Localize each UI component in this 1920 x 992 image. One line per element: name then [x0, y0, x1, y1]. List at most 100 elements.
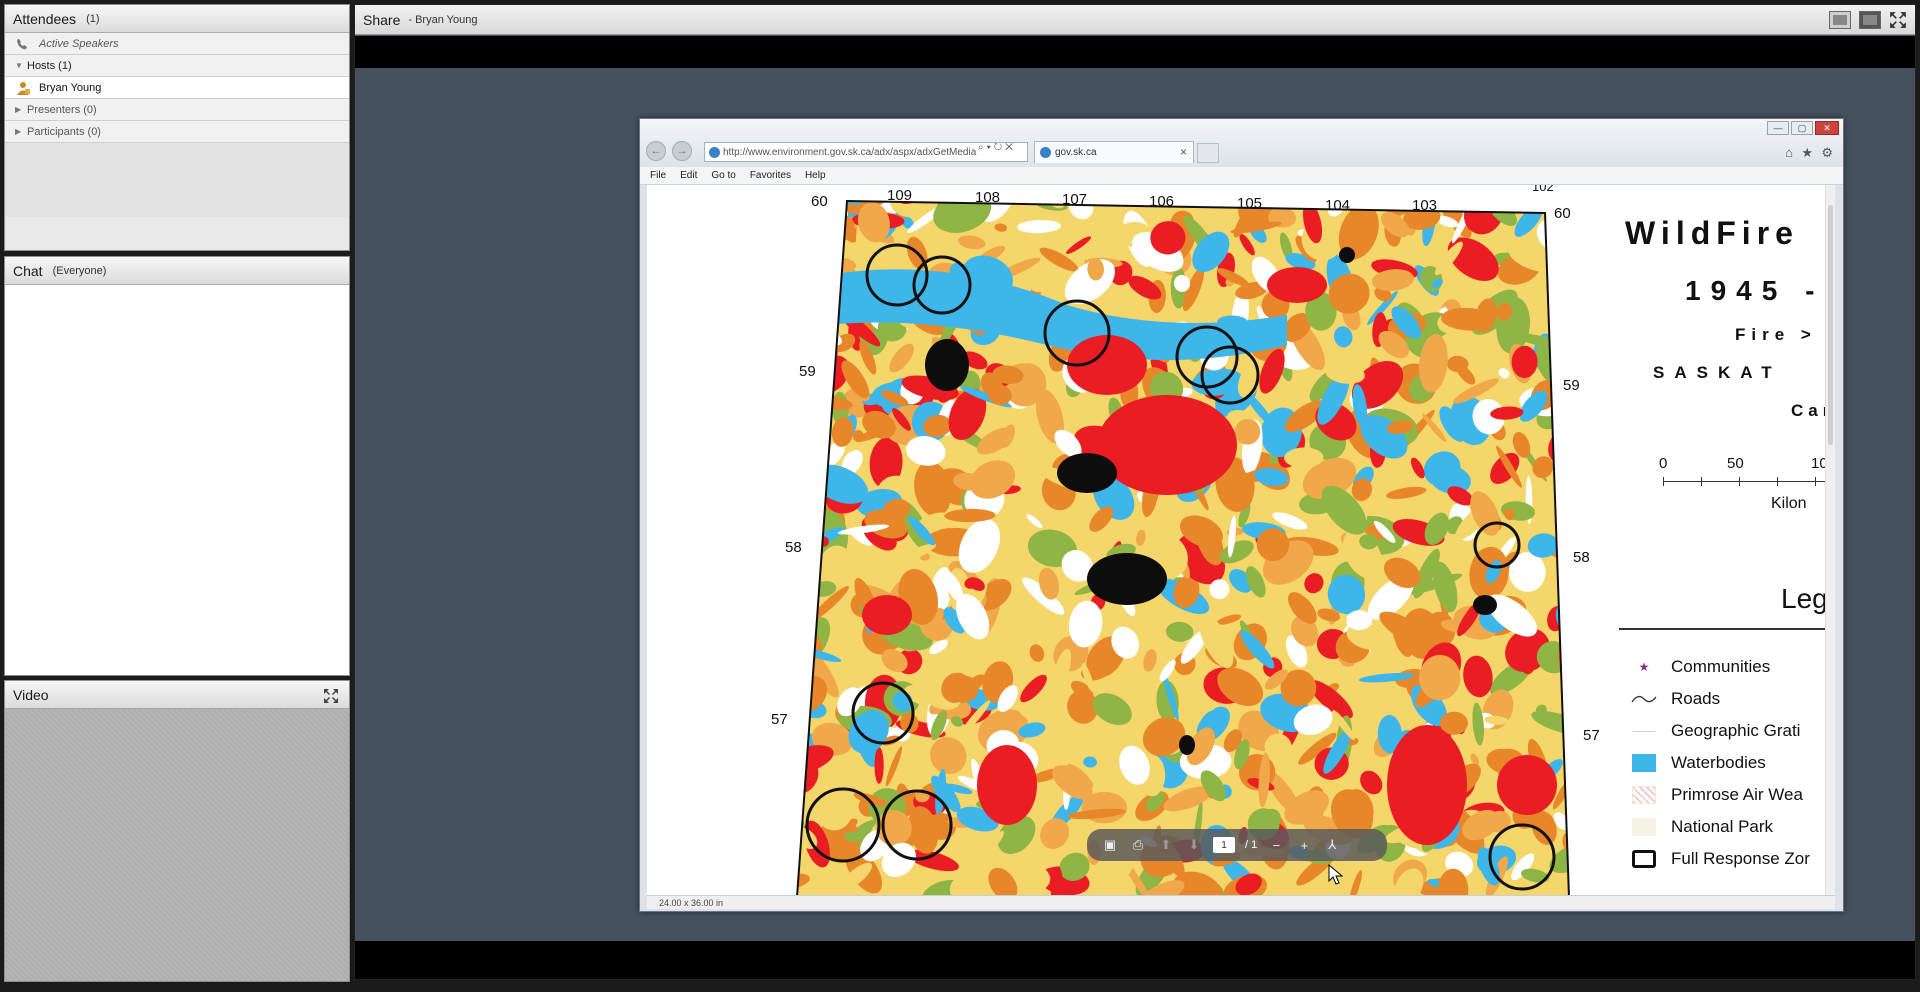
attendee-name: Bryan Young [39, 81, 102, 94]
close-tab-icon[interactable]: × [1180, 145, 1187, 159]
share-panel: Share - Bryan Young — ▢ ✕ ← → http://www… [354, 4, 1916, 980]
pdf-viewport[interactable]: 109 108 107 106 105 104 103 102 60 59 58… [647, 185, 1835, 897]
print-icon[interactable]: ⎙ [1129, 836, 1147, 854]
longitude-label: 105 [1237, 195, 1263, 212]
adobe-reader-icon[interactable]: ⅄ [1323, 836, 1341, 854]
legend-heading: Leg [1781, 583, 1828, 614]
browser-titlebar: — ▢ ✕ ← → http://www.environment.gov.sk.… [640, 119, 1843, 167]
video-area [5, 709, 349, 981]
fullscreen-icon[interactable] [1889, 11, 1907, 29]
scale-units: Kilon [1771, 495, 1807, 512]
browser-tab[interactable]: gov.sk.ca × [1034, 141, 1194, 163]
maximize-button[interactable]: ▢ [1791, 121, 1813, 135]
menu-goto[interactable]: Go to [711, 170, 735, 181]
air-weapons-range-swatch [1631, 786, 1657, 804]
page-number-input[interactable]: 1 [1213, 837, 1235, 853]
zoom-in-icon[interactable]: + [1295, 836, 1313, 854]
longitude-label: 103 [1412, 197, 1438, 214]
chat-scope[interactable]: (Everyone) [53, 265, 107, 277]
latitude-label: 60 [1554, 205, 1571, 222]
forward-button[interactable]: → [672, 141, 692, 161]
legend-item: Primrose Air Wea [1631, 785, 1803, 805]
chevron-right-icon[interactable]: ▶ [15, 127, 27, 136]
longitude-label: 106 [1149, 193, 1175, 210]
address-controls[interactable]: ⌕▾↻✕ [978, 142, 1016, 153]
legend-item: National Park [1631, 817, 1773, 837]
latitude-label: 57 [1583, 727, 1600, 744]
latitude-label: 57 [771, 711, 788, 728]
latitude-label: 58 [785, 539, 802, 556]
mouse-cursor-icon [1328, 864, 1344, 885]
scale-tick [1815, 477, 1816, 486]
pdf-status-bar: 24.00 x 36.00 in [647, 895, 1835, 909]
attendees-title: Attendees [13, 10, 77, 27]
active-speakers-row: Active Speakers [5, 33, 349, 55]
presenters-group[interactable]: ▶ Presenters (0) [5, 99, 349, 121]
attendees-panel: Attendees (1) Active Speakers ▼ Hosts (1… [4, 4, 350, 251]
phone-icon [17, 38, 27, 49]
longitude-label: 109 [887, 187, 913, 204]
menu-favorites[interactable]: Favorites [750, 170, 791, 181]
page-down-icon[interactable]: ⬇ [1185, 836, 1203, 854]
layout-small-icon[interactable] [1829, 10, 1851, 29]
participants-label: Participants (0) [27, 125, 101, 138]
zoom-out-icon[interactable]: − [1267, 836, 1285, 854]
scale-tick [1777, 477, 1778, 486]
close-button[interactable]: ✕ [1815, 121, 1839, 135]
legend-item: Geographic Grati [1631, 721, 1800, 741]
page-total: / 1 [1245, 839, 1258, 851]
pdf-toolbar: ▣ ⎙ ⬆ ⬇ 1 / 1 − + ⅄ [1087, 829, 1387, 861]
legend-label: National Park [1671, 817, 1774, 836]
home-icon[interactable]: ⌂ [1785, 145, 1793, 160]
waterbody-swatch [1631, 754, 1657, 772]
back-button[interactable]: ← [646, 141, 666, 161]
latitude-label: 58 [1573, 549, 1590, 566]
chat-header: Chat (Everyone) [5, 257, 349, 285]
active-speakers-label: Active Speakers [39, 37, 119, 50]
fullscreen-icon[interactable] [323, 688, 339, 704]
layout-fit-icon[interactable] [1859, 10, 1881, 29]
legend-label: Communities [1671, 657, 1771, 676]
scale-line [1663, 481, 1833, 482]
graticule-line-icon [1631, 722, 1657, 740]
attendees-header: Attendees (1) [5, 5, 349, 33]
hosts-label: Hosts (1) [27, 59, 72, 72]
page-size-label: 24.00 x 36.00 in [659, 897, 724, 908]
attendees-empty-area [5, 143, 349, 217]
legend-item: Roads [1631, 689, 1720, 709]
national-park-swatch [1631, 818, 1657, 836]
save-icon[interactable]: ▣ [1101, 836, 1119, 854]
attendee-row[interactable]: Bryan Young [5, 77, 349, 99]
longitude-label: 104 [1325, 197, 1351, 214]
video-panel: Video [4, 680, 350, 982]
scale-label: 0 [1659, 455, 1668, 472]
chat-panel: Chat (Everyone) [4, 256, 350, 676]
vertical-scrollbar[interactable] [1825, 185, 1835, 897]
chevron-down-icon[interactable]: ▼ [15, 61, 27, 70]
participants-group[interactable]: ▶ Participants (0) [5, 121, 349, 143]
menu-edit[interactable]: Edit [680, 170, 697, 181]
tab-title: gov.sk.ca [1055, 147, 1097, 158]
share-header: Share - Bryan Young [355, 5, 1915, 35]
new-tab-button[interactable] [1197, 143, 1219, 163]
presenters-label: Presenters (0) [27, 103, 97, 116]
window-controls: — ▢ ✕ [1767, 121, 1839, 135]
browser-window: — ▢ ✕ ← → http://www.environment.gov.sk.… [639, 118, 1844, 912]
star-icon[interactable]: ★ [1801, 145, 1813, 161]
legend-divider [1619, 628, 1833, 630]
response-zone-swatch [1631, 850, 1657, 868]
menu-file[interactable]: File [650, 170, 666, 181]
page-up-icon[interactable]: ⬆ [1157, 836, 1175, 854]
address-url: http://www.environment.gov.sk.ca/adx/asp… [723, 146, 977, 158]
chat-messages[interactable] [5, 285, 349, 675]
hosts-group[interactable]: ▼ Hosts (1) [5, 55, 349, 77]
legend-label: Geographic Grati [1671, 721, 1801, 740]
star-icon: ★ [1638, 660, 1650, 674]
chevron-right-icon[interactable]: ▶ [15, 105, 27, 114]
minimize-button[interactable]: — [1767, 121, 1789, 135]
wildfire-map: 109 108 107 106 105 104 103 102 60 59 58… [647, 185, 1615, 897]
share-controls [1829, 10, 1907, 29]
gear-icon[interactable]: ⚙ [1821, 145, 1833, 161]
menu-help[interactable]: Help [805, 170, 826, 181]
menu-bar: File Edit Go to Favorites Help [640, 167, 1843, 185]
